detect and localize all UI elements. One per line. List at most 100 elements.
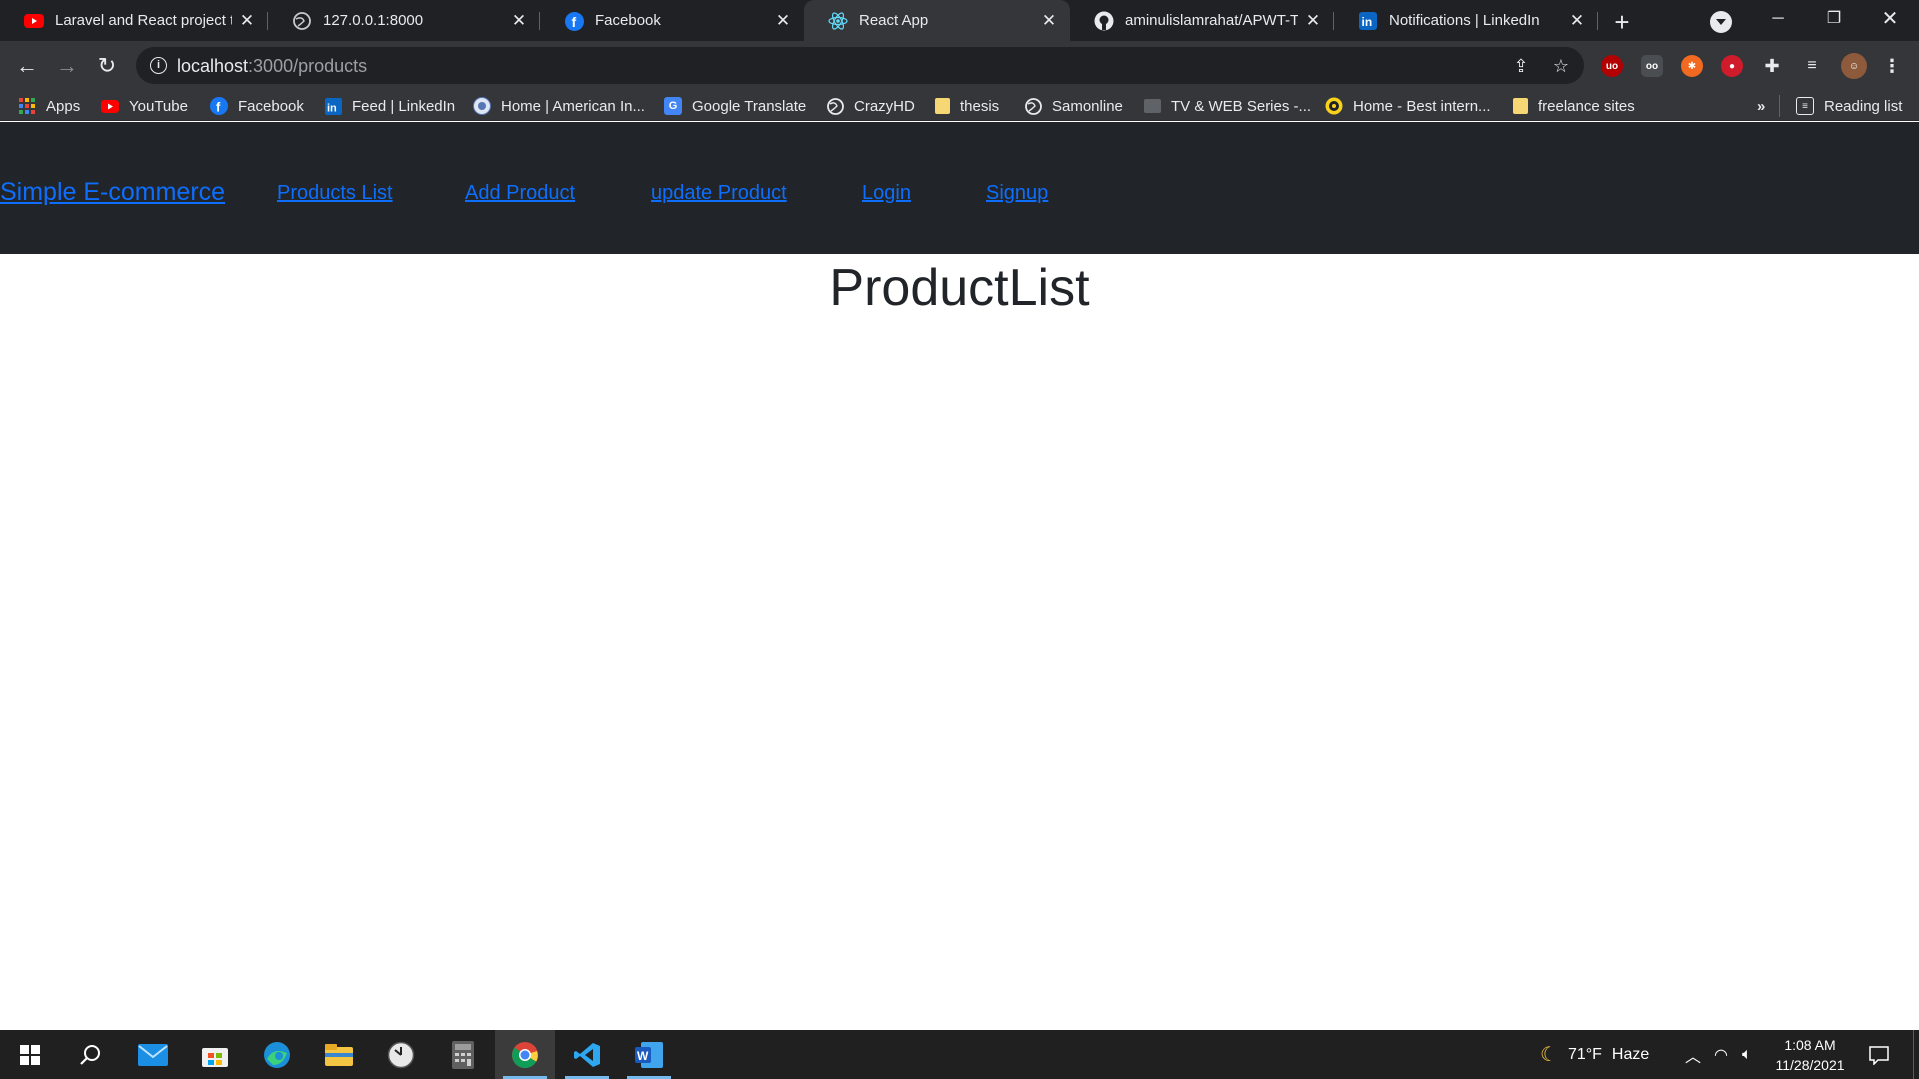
bookmark-american-in[interactable]: Home | American In... [473, 95, 645, 117]
mail-icon[interactable] [123, 1030, 183, 1079]
nav-link-add-product[interactable]: Add Product [465, 181, 575, 205]
facebook-icon: f [564, 11, 584, 31]
page-title: ProductList [829, 259, 1090, 317]
clock-time: 1:08 AM [1784, 1037, 1836, 1053]
extensions-puzzle-icon[interactable]: ✚ [1761, 55, 1783, 77]
microsoft-store-icon[interactable] [185, 1030, 245, 1079]
folder-icon [1513, 98, 1528, 114]
bookmark-feed-linkedin[interactable]: in Feed | LinkedIn [324, 95, 455, 117]
linkedin-icon: in [324, 97, 342, 115]
reload-icon[interactable]: ↻ [91, 50, 123, 82]
media-playlist-icon[interactable]: ≡ [1801, 55, 1823, 77]
globe-icon [1024, 97, 1042, 115]
vscode-icon[interactable] [557, 1030, 617, 1079]
linkedin-icon: in [1358, 11, 1378, 31]
folder-icon [935, 98, 950, 114]
brand-link[interactable]: Simple E-commerce [0, 177, 225, 207]
svg-text:f: f [571, 14, 576, 30]
close-tab-icon[interactable]: ✕ [1040, 12, 1058, 30]
facebook-icon: f [210, 97, 228, 115]
bookmarks-divider [1779, 95, 1780, 117]
bookmark-folder-freelance-sites[interactable]: freelance sites [1513, 95, 1635, 117]
tab-react-app[interactable]: React App ✕ [804, 0, 1070, 41]
bookmark-label: Home - Best intern... [1353, 97, 1491, 115]
search-icon[interactable] [60, 1030, 120, 1079]
google-translate-icon: G [664, 97, 682, 115]
site-icon [1325, 97, 1343, 115]
university-icon [473, 97, 491, 115]
taskbar-clock[interactable]: 1:08 AM 11/28/2021 [1768, 1035, 1852, 1075]
show-hidden-icons-chevron-icon[interactable]: ︿ [1685, 1030, 1701, 1079]
tab-linkedin[interactable]: in Notifications | LinkedIn ✕ [1334, 0, 1598, 41]
forward-arrow-icon[interactable]: → [51, 50, 83, 82]
tab-facebook[interactable]: f Facebook ✕ [540, 0, 804, 41]
url-host: localhost [177, 56, 249, 76]
tab-github[interactable]: aminulislamrahat/APWT-TA ✕ [1070, 0, 1334, 41]
word-icon[interactable]: W [619, 1030, 679, 1079]
weather-temp: 71°F [1567, 1045, 1602, 1063]
bookmark-label: Apps [46, 97, 81, 115]
svg-text:f: f [216, 100, 221, 115]
edge-browser-icon[interactable] [247, 1030, 307, 1079]
bookmark-crazyhd[interactable]: CrazyHD [826, 95, 915, 117]
windows-start-icon[interactable] [0, 1030, 60, 1079]
bookmark-apps[interactable]: Apps [18, 95, 80, 117]
nav-link-update-product[interactable]: update Product [651, 181, 787, 205]
tab-search-icon[interactable] [1710, 11, 1732, 33]
notifications-icon[interactable] [1869, 1030, 1889, 1079]
chrome-icon[interactable] [495, 1030, 555, 1079]
nav-link-login[interactable]: Login [862, 181, 911, 205]
file-explorer-icon[interactable] [309, 1030, 369, 1079]
close-tab-icon[interactable]: ✕ [238, 12, 256, 30]
glasses-extension-icon[interactable]: oo [1641, 55, 1663, 77]
close-tab-icon[interactable]: ✕ [1304, 12, 1322, 30]
bookmark-label: CrazyHD [854, 97, 915, 115]
close-tab-icon[interactable]: ✕ [774, 12, 792, 30]
show-desktop-button[interactable] [1913, 1030, 1914, 1079]
menu-kebab-icon[interactable]: ⋮ [1881, 55, 1903, 77]
ublock-extension-icon[interactable]: uo [1601, 55, 1623, 77]
close-tab-icon[interactable]: ✕ [510, 12, 528, 30]
browser-tab-strip: Laravel and React project tu ✕ 127.0.0.1… [0, 0, 1919, 41]
weather-widget[interactable]: ☾ 71°F Haze [1540, 1030, 1649, 1079]
restore-icon[interactable]: ❐ [1806, 0, 1862, 41]
new-tab-button[interactable]: + [1608, 8, 1636, 36]
close-tab-icon[interactable]: ✕ [1568, 12, 1586, 30]
record-extension-icon[interactable]: ● [1721, 55, 1743, 77]
minimize-icon[interactable]: ─ [1750, 0, 1806, 41]
bookmark-home-best-intern[interactable]: Home - Best intern... [1325, 95, 1491, 117]
site-info-icon[interactable]: i [150, 57, 167, 74]
nav-link-signup[interactable]: Signup [986, 181, 1048, 205]
bookmark-star-icon[interactable]: ☆ [1550, 55, 1572, 77]
bookmarks-overflow-chevron-icon[interactable]: » [1757, 95, 1765, 117]
volume-icon[interactable]: 🔈︎ [1742, 1030, 1752, 1079]
bookmark-label: Facebook [238, 97, 304, 115]
share-icon[interactable]: ⇪ [1510, 55, 1532, 77]
windows-taskbar: W ☾ 71°F Haze ︿ ◠ 🔈︎ 1:08 AM 11/28/2021 [0, 1030, 1919, 1079]
window-close-icon[interactable]: ✕ [1862, 0, 1918, 41]
address-bar[interactable]: i localhost:3000/products ⇪ ☆ [136, 47, 1584, 84]
bookmark-google-translate[interactable]: G Google Translate [664, 95, 806, 117]
bookmark-samonline[interactable]: Samonline [1024, 95, 1123, 117]
wifi-icon[interactable]: ◠ [1714, 1030, 1728, 1079]
bookmark-label: Google Translate [692, 97, 807, 115]
clock-app-icon[interactable] [371, 1030, 431, 1079]
bookmark-folder-thesis[interactable]: thesis [935, 95, 999, 117]
back-arrow-icon[interactable]: ← [11, 50, 43, 82]
url-text[interactable]: localhost:3000/products [177, 55, 367, 77]
nav-link-products-list[interactable]: Products List [277, 181, 393, 205]
tab-localhost-8000[interactable]: 127.0.0.1:8000 ✕ [268, 0, 540, 41]
tab-laravel-react[interactable]: Laravel and React project tu ✕ [0, 0, 268, 41]
calculator-icon[interactable] [433, 1030, 493, 1079]
tab-title: 127.0.0.1:8000 [323, 12, 424, 29]
bookmark-facebook[interactable]: f Facebook [210, 95, 304, 117]
svg-text:in: in [1362, 15, 1373, 29]
bookmark-folder-tv-web-series[interactable]: TV & WEB Series -... [1144, 95, 1311, 117]
bookmark-youtube[interactable]: YouTube [101, 95, 188, 117]
bookmark-label: freelance sites [1538, 97, 1635, 115]
orange-extension-icon[interactable]: ✱ [1681, 55, 1703, 77]
bookmark-label: thesis [960, 97, 1000, 115]
reading-list-button[interactable]: ≡ Reading list [1796, 95, 1902, 117]
tab-title: React App [859, 12, 929, 29]
profile-avatar[interactable]: ☺ [1841, 53, 1867, 79]
